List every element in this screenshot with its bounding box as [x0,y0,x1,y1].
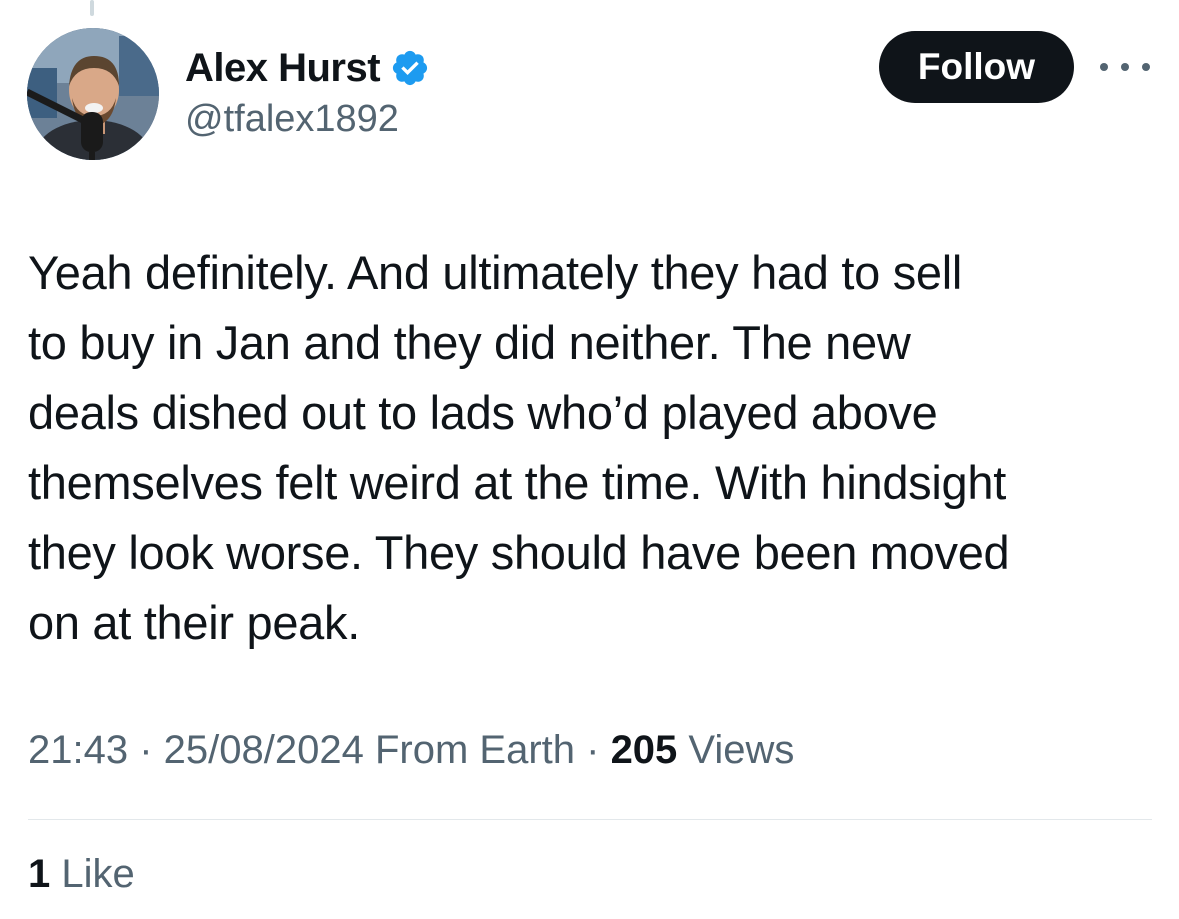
likes-link[interactable]: 1 Like [28,852,135,897]
tweet-source: From Earth [363,728,576,772]
author-name-row: Alex Hurst [185,44,430,92]
tweet-text-line: themselves felt weird at the time. With … [28,456,1006,509]
tweet-text-line: deals dished out to lads who’d played ab… [28,386,938,439]
tweet-date[interactable]: 25/08/2024 [164,728,364,772]
author-handle[interactable]: @tfalex1892 [185,98,399,141]
more-dot [1100,63,1108,71]
author-display-name[interactable]: Alex Hurst [185,46,381,91]
meta-separator: · [575,728,611,772]
tweet-text-line: on at their peak. [28,596,360,649]
tweet-time[interactable]: 21:43 [28,728,128,772]
meta-separator: · [128,728,164,772]
verified-badge-icon[interactable] [390,48,430,88]
likes-label: Like [50,852,135,896]
views-label: Views [677,728,795,772]
tweet-text-line: Yeah definitely. And ultimately they had… [28,246,963,299]
views-count: 205 [610,728,678,772]
tweet-text: Yeah definitely. And ultimately they had… [28,238,1153,658]
more-options-icon[interactable] [1100,52,1150,82]
thread-connector-line [90,0,94,16]
more-dot [1142,63,1150,71]
tweet-text-line: to buy in Jan and they did neither. The … [28,316,911,369]
tweet-text-line: they look worse. They should have been m… [28,526,1010,579]
avatar[interactable] [27,28,159,160]
tweet-meta: 21:43 · 25/08/2024 From Earth · 205 View… [28,728,794,773]
divider [28,819,1152,820]
follow-button[interactable]: Follow [879,31,1074,103]
avatar-photo [27,28,159,160]
likes-count: 1 [28,852,51,896]
more-dot [1121,63,1129,71]
